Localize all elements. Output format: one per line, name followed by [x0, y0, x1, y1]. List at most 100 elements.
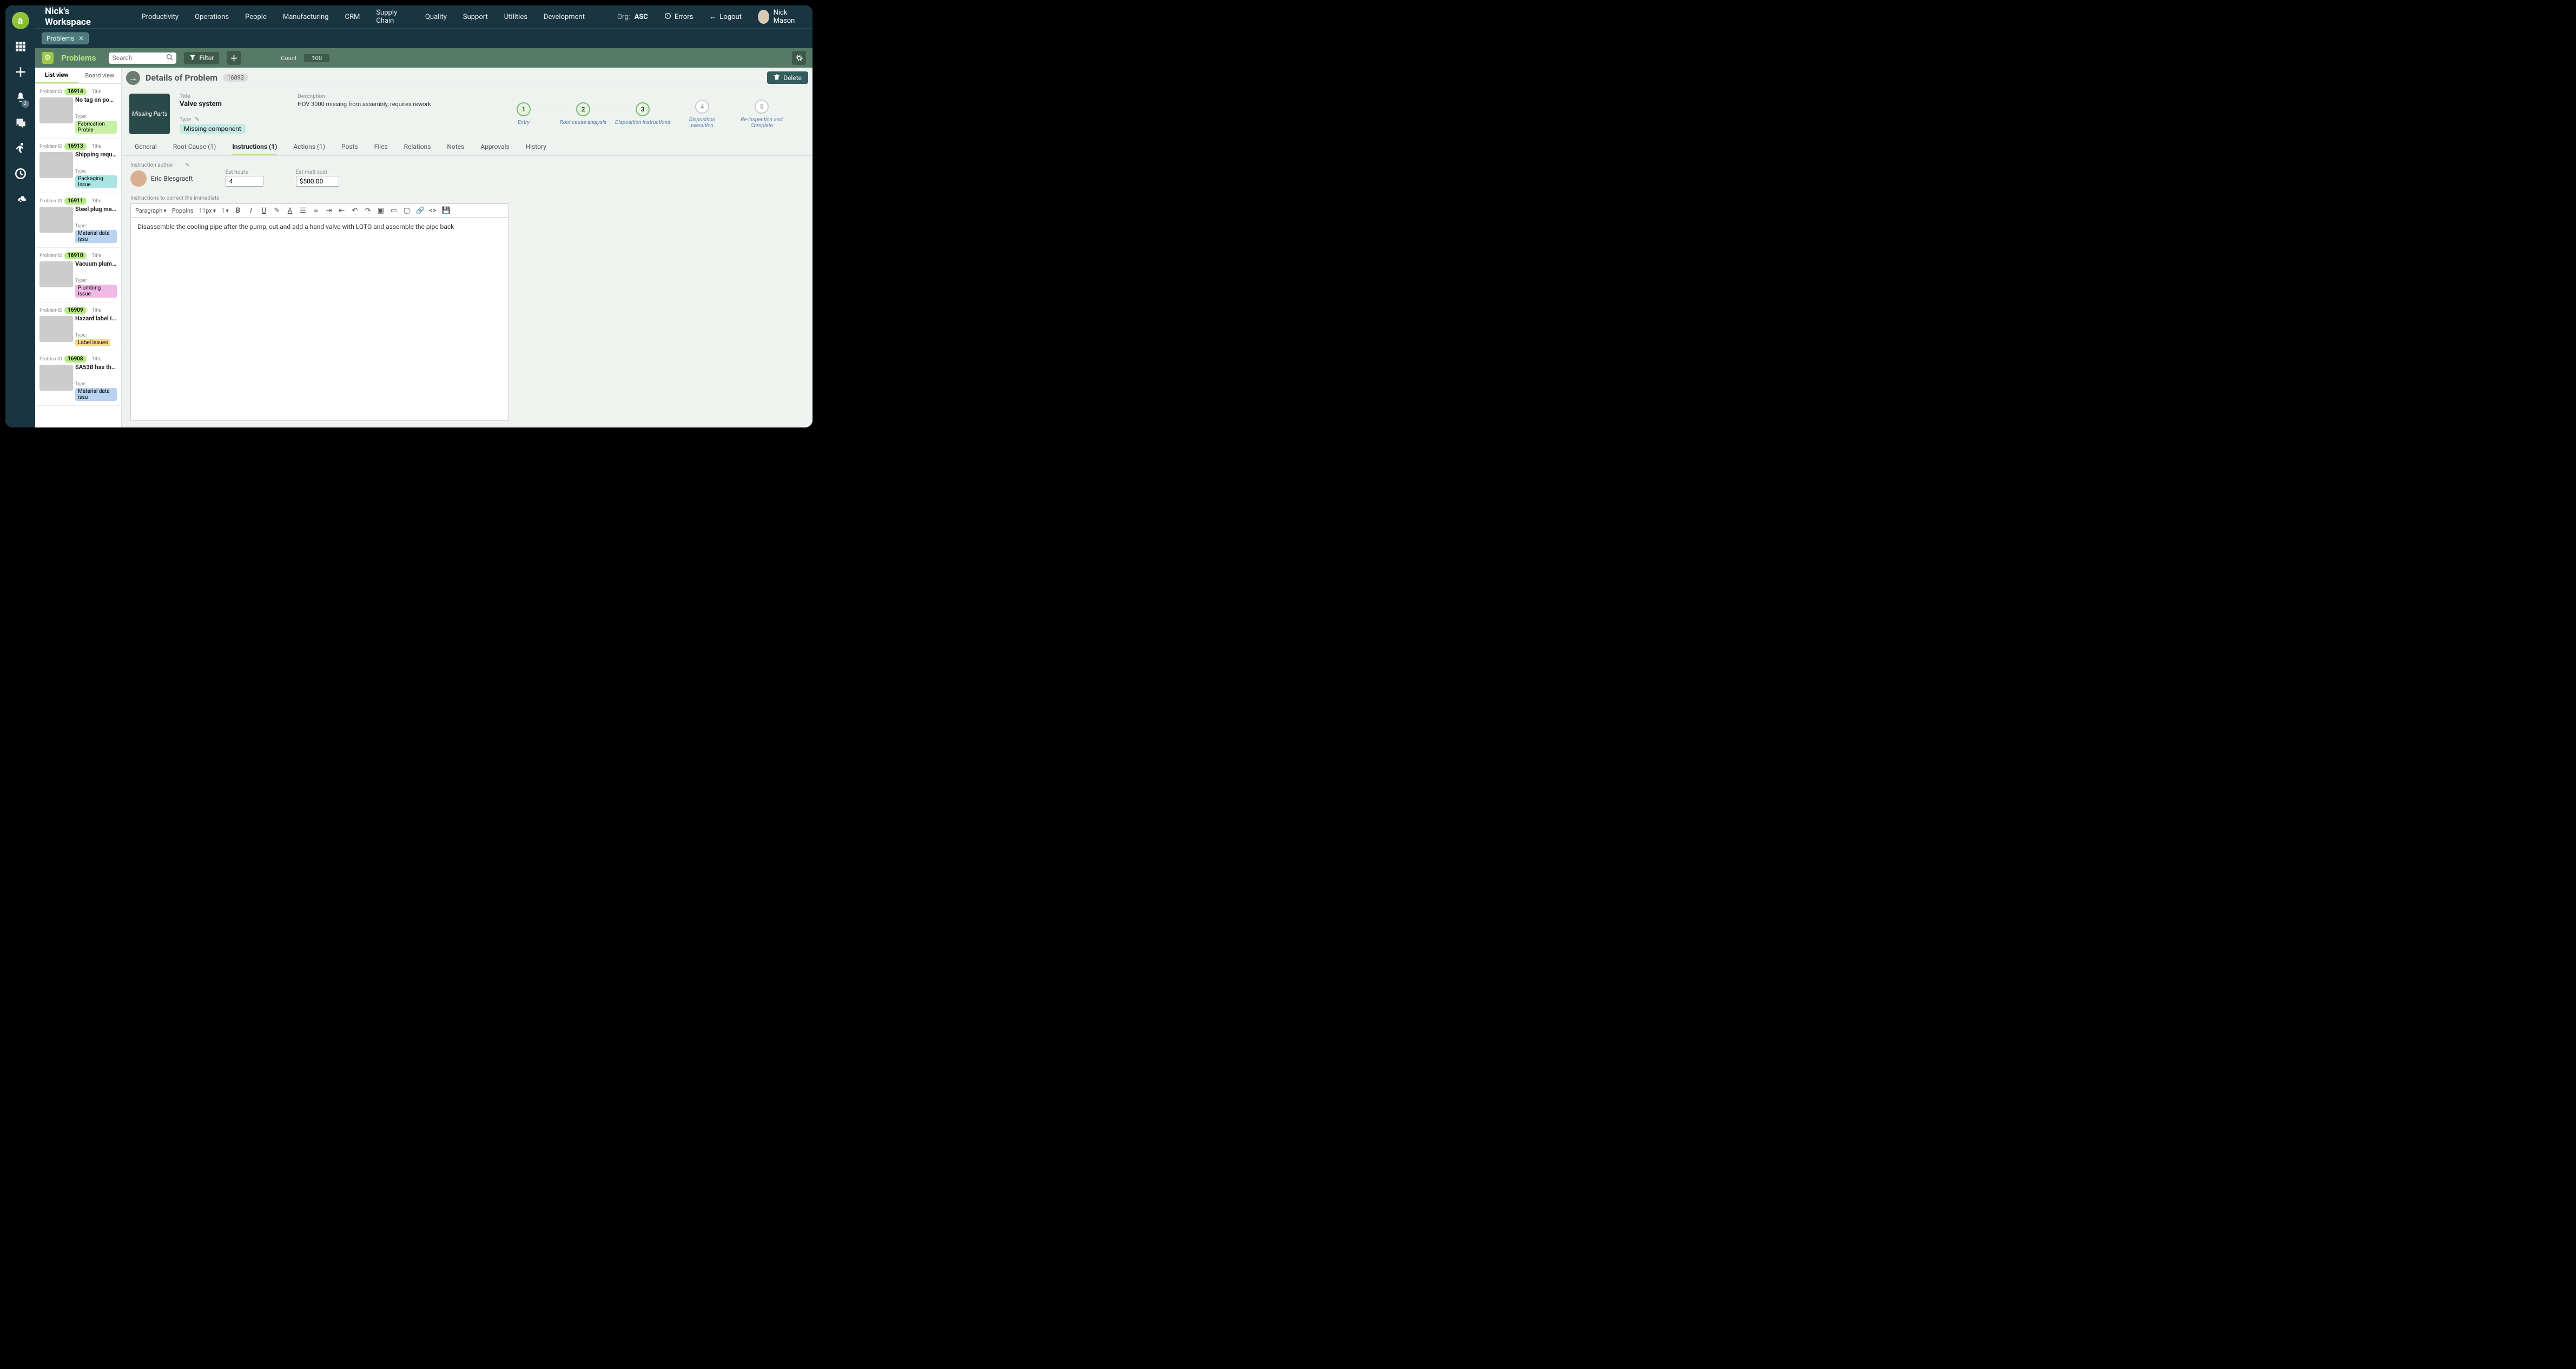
tab-board-view[interactable]: Board view	[78, 68, 122, 83]
clock-icon[interactable]	[15, 168, 26, 182]
stage-2[interactable]: 2Root cause analysis	[556, 102, 610, 126]
tab-files[interactable]: Files	[374, 140, 388, 155]
hours-input[interactable]	[226, 176, 263, 187]
org-label: Org:	[617, 13, 630, 21]
nav-people[interactable]: People	[245, 13, 267, 21]
edit-icon[interactable]: ✎	[195, 116, 200, 123]
left-rail: a 2	[5, 5, 35, 427]
cloud-upload-icon[interactable]	[15, 194, 26, 207]
cost-input[interactable]	[296, 176, 339, 187]
number-list-icon[interactable]: ≡	[312, 206, 320, 215]
list-item[interactable]: ProblemID16908Title SA53B has the wr Typ…	[35, 351, 121, 406]
chevron-down-icon: ▾	[226, 207, 229, 214]
tab-instructions-[interactable]: Instructions (1)	[232, 140, 277, 155]
app-logo[interactable]: a	[12, 12, 29, 29]
settings-button[interactable]	[792, 51, 806, 65]
bullet-list-icon[interactable]: ☰	[299, 207, 307, 215]
nav-crm[interactable]: CRM	[345, 13, 360, 21]
nav-productivity[interactable]: Productivity	[142, 13, 179, 21]
run-icon[interactable]	[15, 143, 26, 156]
size-select[interactable]: 11px▾	[199, 207, 216, 214]
bell-icon[interactable]: 2	[15, 92, 26, 106]
media-icon[interactable]: ▢	[403, 207, 411, 215]
lineheight-select[interactable]: 1▾	[221, 207, 229, 214]
video-icon[interactable]: ▭	[390, 207, 398, 215]
stage-1[interactable]: 1Entry	[497, 102, 551, 126]
save-icon[interactable]: 💾	[442, 207, 450, 215]
delete-button[interactable]: Delete	[767, 71, 808, 84]
tab-list-view[interactable]: List view	[35, 68, 78, 83]
search-input[interactable]	[112, 54, 166, 62]
italic-icon[interactable]: I	[247, 207, 255, 215]
link-icon[interactable]: 🔗	[416, 207, 424, 215]
author-avatar	[130, 170, 147, 187]
indent-icon[interactable]: ⇥	[325, 207, 333, 215]
bold-icon[interactable]: B	[234, 207, 242, 215]
notif-badge: 2	[22, 100, 29, 108]
tab-chip-problems[interactable]: Problems ✕	[42, 32, 89, 44]
apps-icon[interactable]	[15, 41, 26, 55]
list-thumbnail	[39, 261, 73, 287]
detail-title: Details of Problem	[146, 73, 217, 83]
chat-icon[interactable]	[15, 117, 26, 131]
underline-icon[interactable]: U	[260, 207, 268, 215]
tab-relations[interactable]: Relations	[404, 140, 431, 155]
undo-icon[interactable]: ↶	[351, 207, 359, 215]
hours-label: Est hours	[226, 169, 263, 175]
redo-icon[interactable]: ↷	[364, 207, 372, 215]
edit-icon[interactable]: ✎	[186, 162, 190, 168]
user-menu[interactable]: Nick Mason	[758, 9, 803, 25]
count-value: 100	[304, 54, 329, 62]
list-item[interactable]: ProblemID16909Title Hazard label is da d…	[35, 302, 121, 351]
style-select[interactable]: Paragraph▾	[135, 207, 167, 214]
add-button[interactable]	[227, 51, 241, 65]
list-item[interactable]: ProblemID16911Title Steel plug materi Ty…	[35, 193, 121, 248]
org-value[interactable]: ASC	[635, 13, 648, 21]
logout-button[interactable]: ← Logout	[709, 12, 742, 21]
editor-toolbar: Paragraph▾ Poppins 11px▾ 1▾ B I U ✎ A ☰ …	[130, 203, 509, 217]
tab-root-cause-[interactable]: Root Cause (1)	[173, 140, 216, 155]
type-value[interactable]: Missing component	[180, 124, 246, 134]
list-thumbnail	[39, 97, 73, 123]
close-icon[interactable]: ✕	[78, 35, 84, 42]
tab-notes[interactable]: Notes	[447, 140, 464, 155]
tab-posts[interactable]: Posts	[341, 140, 358, 155]
list-item[interactable]: ProblemID16913Title Shipping request ASC…	[35, 139, 121, 193]
chevron-down-icon: ▾	[213, 207, 216, 214]
back-arrow-icon: ←	[709, 12, 716, 21]
editor-content[interactable]: Disassemble the cooling pipe after the p…	[130, 217, 509, 421]
filter-icon	[189, 54, 196, 62]
nav-utilities[interactable]: Utilities	[504, 13, 527, 21]
nav-manufacturing[interactable]: Manufacturing	[283, 13, 329, 21]
stage-4[interactable]: 4Disposition execution	[675, 100, 729, 129]
errors-button[interactable]: Errors	[664, 12, 693, 22]
nav-quality[interactable]: Quality	[425, 13, 447, 21]
highlight-icon[interactable]: ✎	[273, 207, 281, 215]
nav-development[interactable]: Development	[544, 13, 585, 21]
tab-history[interactable]: History	[526, 140, 546, 155]
description-value: HOV 3000 missing from assembly, requires…	[298, 101, 431, 108]
tab-actions-[interactable]: Actions (1)	[293, 140, 325, 155]
stage-5[interactable]: 5Re-inspection and Complete	[735, 100, 789, 129]
stage-3[interactable]: 3Disposition instructions	[616, 102, 670, 126]
list-panel: List view Board view ProblemID16914Title…	[35, 68, 122, 427]
add-icon[interactable]	[15, 67, 26, 80]
nav-supply-chain[interactable]: Supply Chain	[376, 9, 409, 25]
list-thumbnail	[39, 365, 73, 391]
outdent-icon[interactable]: ⇤	[338, 207, 346, 215]
problem-thumbnail: Missing Parts	[129, 94, 170, 134]
color-icon[interactable]: A	[286, 207, 294, 215]
nav-operations[interactable]: Operations	[195, 13, 229, 21]
tab-general[interactable]: General	[135, 140, 157, 155]
search-box[interactable]	[109, 52, 176, 64]
filter-button[interactable]: Filter	[184, 52, 219, 64]
list-item[interactable]: ProblemID16910Title Vacuum plumbin missi…	[35, 248, 121, 302]
tab-approvals[interactable]: Approvals	[480, 140, 509, 155]
collapse-arrow-icon[interactable]: →	[126, 71, 140, 85]
list-item[interactable]: ProblemID16914Title No tag on power clip…	[35, 84, 121, 139]
nav-support[interactable]: Support	[463, 13, 488, 21]
module-icon: ⚙	[42, 52, 54, 64]
code-icon[interactable]: <>	[429, 207, 437, 215]
font-select[interactable]: Poppins	[172, 207, 194, 214]
image-icon[interactable]: ▣	[377, 207, 385, 215]
